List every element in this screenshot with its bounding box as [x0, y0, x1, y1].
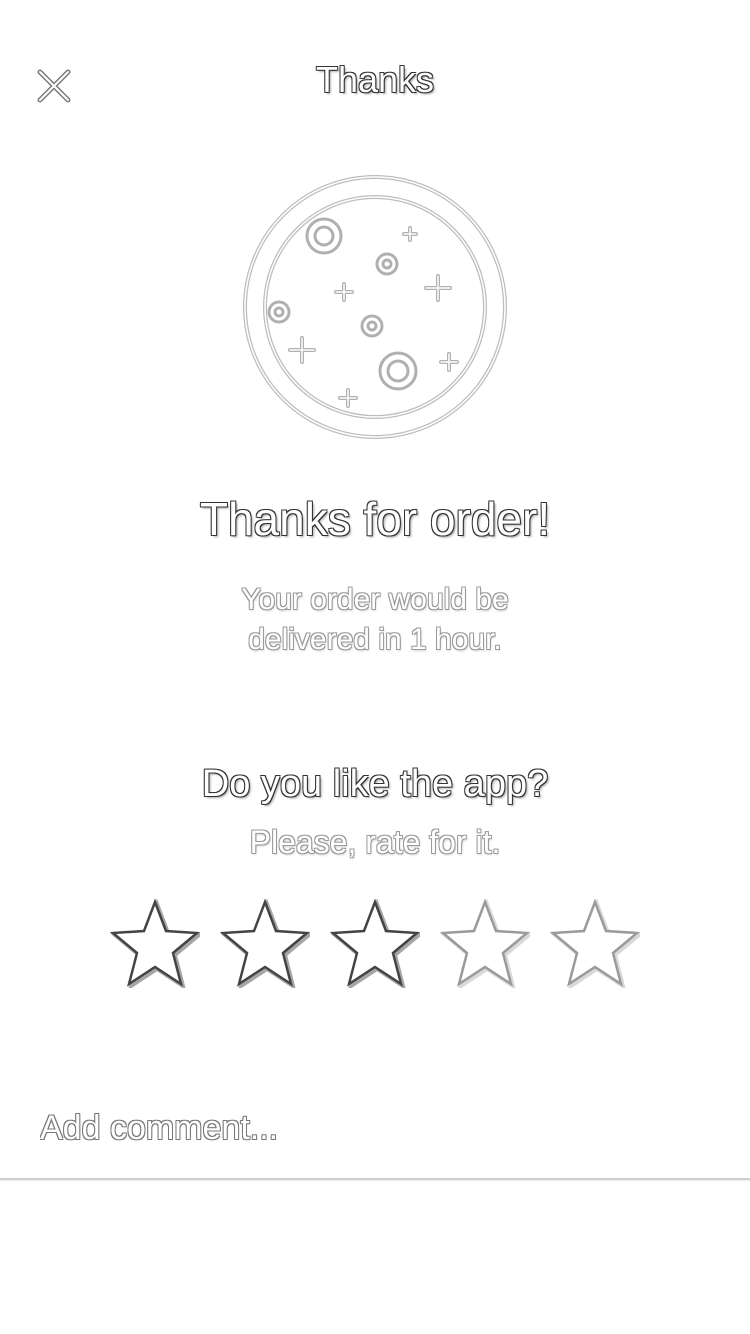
delivery-message-line-2: delivered in 1 hour.: [248, 623, 502, 656]
delivery-message-line-1: Your order would be: [241, 583, 509, 616]
star-1[interactable]: [110, 898, 200, 988]
star-4[interactable]: [440, 898, 530, 988]
star-2[interactable]: [220, 898, 310, 988]
rating-prompt: Please, rate for it.: [249, 824, 501, 860]
page-title: Thanks: [315, 59, 435, 100]
plate-with-dots-icon: [240, 172, 510, 442]
comment-input[interactable]: [40, 1100, 710, 1156]
rating-question: Do you like the app?: [201, 763, 549, 805]
star-3[interactable]: [330, 898, 420, 988]
comment-underline: [0, 1178, 750, 1181]
star-icon: [440, 898, 530, 988]
confirmation-headline: Thanks for order!: [199, 493, 551, 545]
star-icon: [550, 898, 640, 988]
star-icon: [330, 898, 420, 988]
star-rating: [110, 898, 640, 988]
star-icon: [110, 898, 200, 988]
star-icon: [220, 898, 310, 988]
star-5[interactable]: [550, 898, 640, 988]
delivery-message: Your order would be delivered in 1 hour.: [175, 580, 575, 660]
